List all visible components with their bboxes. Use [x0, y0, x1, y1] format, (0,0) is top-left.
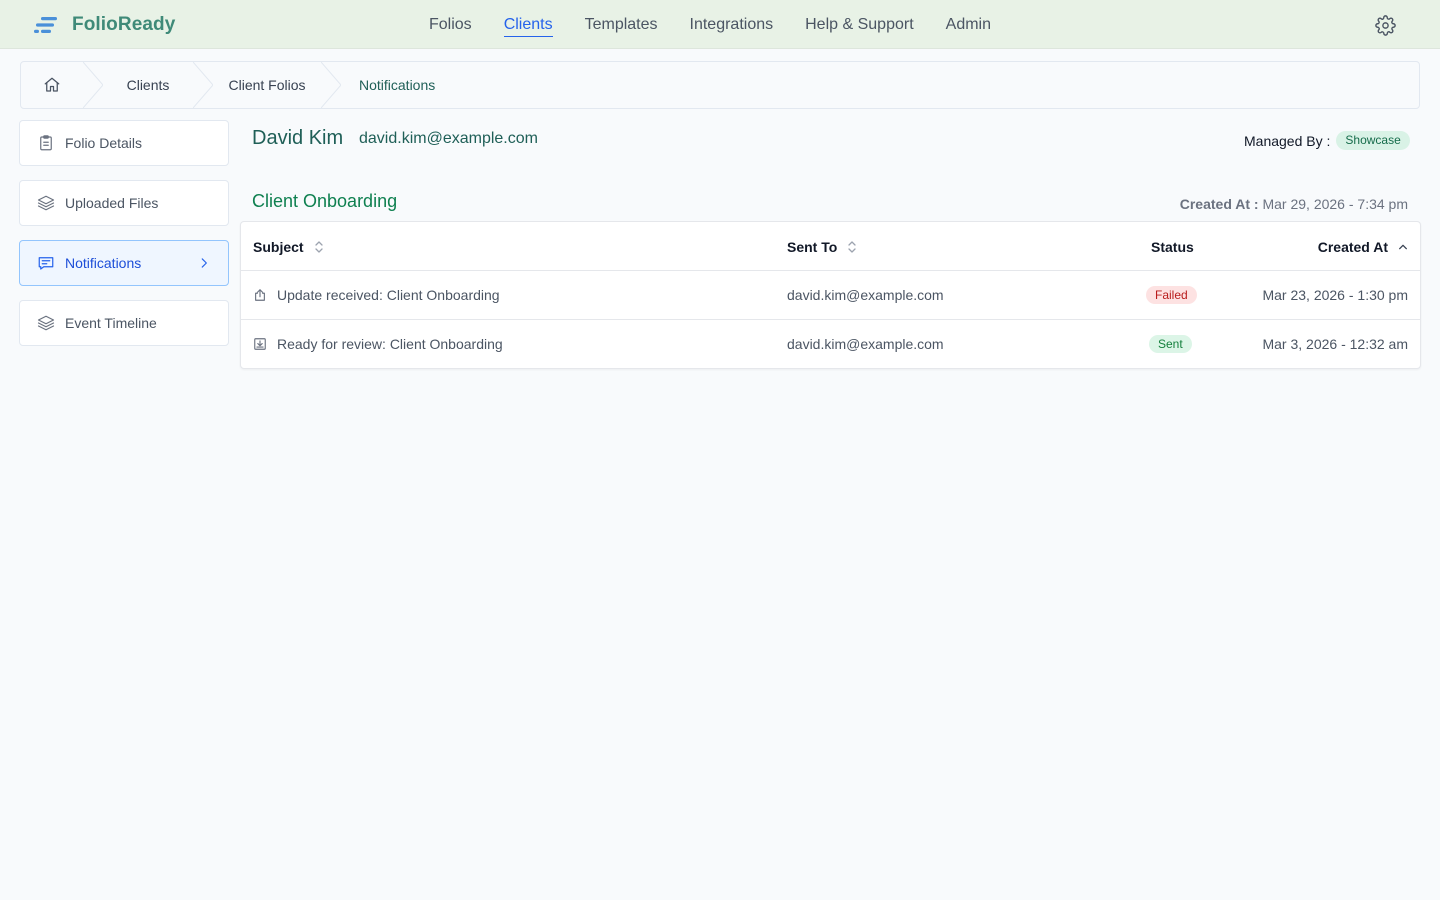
gear-icon[interactable] — [1375, 15, 1396, 36]
folio-title: Client Onboarding — [252, 191, 398, 211]
status-badge: Sent — [1149, 335, 1192, 353]
managed-by-badge: Showcase — [1336, 131, 1410, 150]
folio-created-at: Created At : Mar 29, 2026 - 7:34 pm — [1180, 196, 1408, 212]
layers-icon — [37, 314, 55, 332]
client-email: david.kim@example.com — [359, 130, 538, 147]
chevron-right-icon — [197, 256, 211, 270]
row-subject: Update received: Client Onboarding — [253, 287, 500, 303]
nav-integrations[interactable]: Integrations — [674, 0, 790, 49]
inbox-download-icon — [253, 337, 267, 351]
row-subject-text: Ready for review: Client Onboarding — [277, 336, 503, 352]
sidebar-item-label: Uploaded Files — [65, 195, 159, 211]
sort-icon[interactable] — [314, 240, 324, 254]
nav-clients[interactable]: Clients — [488, 0, 569, 49]
column-header-subject[interactable]: Subject — [253, 239, 324, 255]
brand[interactable]: FolioReady — [33, 12, 175, 38]
column-header-label: Sent To — [787, 239, 838, 255]
brand-logo-icon — [34, 17, 57, 33]
row-sent-to: david.kim@example.com — [787, 287, 944, 303]
breadcrumb-separator — [193, 62, 213, 108]
sidebar-item-label: Notifications — [65, 255, 142, 271]
main-nav: Folios Clients Templates Integrations He… — [413, 0, 1007, 49]
sidebar-item-folio-details[interactable]: Folio Details — [19, 120, 229, 166]
sidebar-item-uploaded-files[interactable]: Uploaded Files — [19, 180, 229, 226]
layers-icon — [37, 194, 55, 212]
breadcrumb-notifications[interactable]: Notifications — [341, 62, 435, 108]
nav-templates[interactable]: Templates — [569, 0, 674, 49]
chevron-up-icon[interactable] — [1398, 240, 1408, 254]
home-icon — [44, 77, 60, 92]
notifications-table: Subject Sent To Status Created At Update… — [240, 221, 1421, 369]
column-header-created-at[interactable]: Created At — [1318, 239, 1408, 255]
column-header-sent-to[interactable]: Sent To — [787, 239, 857, 255]
sidebar-item-event-timeline[interactable]: Event Timeline — [19, 300, 229, 346]
clipboard-icon — [37, 134, 55, 152]
row-created-at: Mar 3, 2026 - 12:32 am — [1262, 336, 1408, 352]
breadcrumb-client-folios[interactable]: Client Folios — [213, 62, 321, 108]
table-row[interactable]: Update received: Client Onboarding david… — [241, 271, 1420, 320]
created-at-label: Created At : — [1179, 196, 1259, 212]
created-at-value: Mar 29, 2026 - 7:34 pm — [1262, 196, 1408, 212]
upload-icon — [253, 288, 267, 302]
sidebar-item-label: Folio Details — [65, 135, 143, 151]
row-created-at: Mar 23, 2026 - 1:30 pm — [1262, 287, 1408, 303]
table-header: Subject Sent To Status Created At — [241, 222, 1420, 271]
row-subject: Ready for review: Client Onboarding — [253, 336, 503, 352]
row-sent-to: david.kim@example.com — [787, 336, 944, 352]
nav-folios[interactable]: Folios — [413, 0, 488, 49]
sort-icon[interactable] — [847, 240, 857, 254]
nav-admin[interactable]: Admin — [930, 0, 1007, 49]
row-subject-text: Update received: Client Onboarding — [277, 287, 500, 303]
column-header-label: Subject — [253, 239, 304, 255]
breadcrumb-home[interactable] — [21, 62, 83, 108]
managed-by: Managed By : Showcase — [1244, 131, 1410, 150]
sidebar-item-notifications[interactable]: Notifications — [19, 240, 229, 286]
breadcrumb: Clients Client Folios Notifications — [20, 61, 1420, 109]
breadcrumb-separator — [83, 62, 103, 108]
sidebar-item-label: Event Timeline — [65, 315, 157, 331]
column-header-label: Created At — [1317, 239, 1388, 255]
breadcrumb-clients[interactable]: Clients — [103, 62, 193, 108]
breadcrumb-separator — [321, 62, 341, 108]
top-navbar: FolioReady Folios Clients Templates Inte… — [0, 0, 1440, 49]
nav-help-support[interactable]: Help & Support — [789, 0, 930, 49]
status-badge-failed: Failed — [1146, 286, 1197, 304]
client-name: David Kim — [252, 127, 344, 149]
status-badge-sent: Sent — [1149, 335, 1192, 353]
table-row[interactable]: Ready for review: Client Onboarding davi… — [241, 320, 1420, 369]
message-icon — [37, 254, 55, 272]
managed-by-label: Managed By : — [1244, 132, 1331, 149]
status-badge: Failed — [1146, 286, 1197, 304]
brand-name: FolioReady — [72, 14, 176, 35]
column-header-status: Status — [1151, 239, 1194, 255]
